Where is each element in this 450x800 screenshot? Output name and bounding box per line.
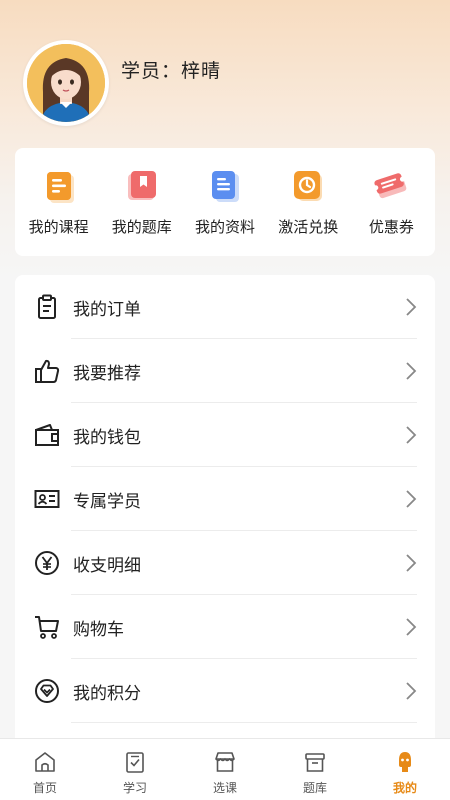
coupon-icon: [373, 173, 407, 199]
chevron-right-icon: [406, 554, 417, 572]
quick-action-label: 我的题库: [111, 218, 172, 236]
menu-item-label: 我的钱包: [73, 427, 141, 448]
quick-action-materials[interactable]: 我的资料: [183, 148, 266, 237]
quick-action-label: 我的资料: [195, 218, 256, 236]
course-icon: [46, 172, 74, 203]
username: 学员：梓晴: [121, 60, 222, 82]
chevron-right-icon: [406, 682, 417, 700]
cart-icon: [35, 616, 59, 639]
quick-action-label: 优惠券: [368, 218, 414, 236]
quick-action-question-bank[interactable]: 我的题库: [100, 148, 183, 237]
tab-label: 我的: [392, 781, 417, 795]
thumbs-up-icon: [35, 359, 60, 383]
tab-label: 选课: [212, 781, 237, 795]
tab-label: 学习: [122, 781, 147, 795]
quick-action-activate[interactable]: 激活兑换: [267, 148, 350, 237]
quick-action-label: 我的课程: [28, 218, 89, 236]
menu-item-exclusive-students[interactable]: 专属学员: [15, 467, 435, 531]
avatar[interactable]: [23, 40, 109, 126]
points-icon: [35, 679, 59, 703]
profile-header: 学员：梓晴: [0, 0, 450, 140]
menu-item-recommend[interactable]: 我要推荐: [15, 339, 435, 403]
tab-study[interactable]: 学习: [90, 739, 180, 800]
archive-icon: [305, 753, 325, 772]
quick-action-label: 激活兑换: [278, 218, 339, 236]
document-icon: [212, 171, 239, 202]
tab-question-bank[interactable]: 题库: [270, 739, 360, 800]
menu-item-label: 我的积分: [73, 683, 141, 704]
store-icon: [215, 752, 235, 772]
menu-list: 我的订单 我要推荐 我的钱包 专属学员 收支明细 购物车 我的积分: [15, 275, 435, 745]
tab-label: 题库: [302, 781, 327, 795]
menu-item-orders[interactable]: 我的订单: [15, 275, 435, 339]
study-icon: [126, 752, 144, 773]
menu-item-wallet[interactable]: 我的钱包: [15, 403, 435, 467]
quick-actions-card: 我的课程 我的题库 我的资料 激活兑换 优惠券: [15, 148, 435, 256]
chevron-right-icon: [406, 362, 417, 380]
activate-icon: [294, 171, 323, 201]
menu-item-label: 购物车: [73, 619, 124, 640]
yen-icon: [35, 551, 59, 575]
tab-home[interactable]: 首页: [0, 739, 90, 800]
menu-item-label: 我的订单: [73, 299, 141, 320]
tab-label: 首页: [32, 781, 57, 795]
quick-action-coupons[interactable]: 优惠券: [350, 148, 433, 237]
girl-avatar-icon: [27, 44, 105, 122]
chevron-right-icon: [406, 426, 417, 444]
menu-item-cart[interactable]: 购物车: [15, 595, 435, 659]
tab-mine[interactable]: 我的: [360, 739, 450, 800]
menu-item-transactions[interactable]: 收支明细: [15, 531, 435, 595]
quick-action-courses[interactable]: 我的课程: [17, 148, 100, 237]
bottom-tab-bar: 首页 学习 选课 题库 我的: [0, 738, 450, 800]
chevron-right-icon: [406, 490, 417, 508]
question-bank-icon: [127, 171, 156, 200]
profile-page: 学员：梓晴 我的课程 我的题库 我的资料 激活兑换 优惠券 我的订单 我要推荐 …: [0, 0, 450, 800]
wallet-icon: [35, 424, 59, 446]
menu-item-label: 专属学员: [73, 491, 141, 512]
chevron-right-icon: [406, 618, 417, 636]
profile-icon: [399, 752, 411, 772]
tab-course-select[interactable]: 选课: [180, 739, 270, 800]
home-icon: [35, 752, 55, 772]
chevron-right-icon: [406, 298, 417, 316]
menu-item-label: 我要推荐: [73, 363, 141, 384]
id-card-icon: [34, 490, 60, 508]
menu-item-label: 收支明细: [73, 555, 141, 576]
clipboard-icon: [38, 294, 56, 319]
menu-item-points[interactable]: 我的积分: [15, 659, 435, 723]
